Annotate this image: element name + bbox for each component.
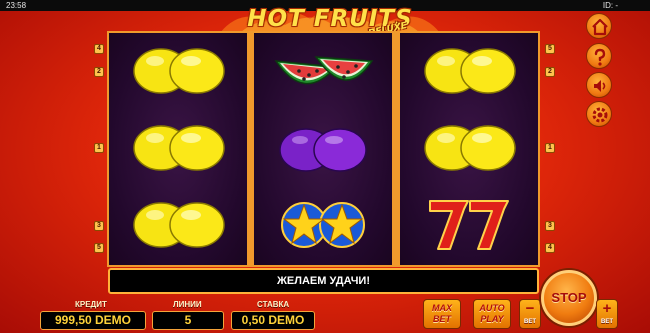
line-marker: 3 (94, 221, 104, 231)
sound-button[interactable] (586, 72, 612, 98)
settings-icon (592, 107, 608, 123)
clock-time: 23:58 (6, 1, 27, 10)
settings-button[interactable] (586, 101, 612, 127)
star-symbol (254, 187, 392, 264)
max-bet-button[interactable]: MAX BET (423, 299, 461, 329)
help-button[interactable] (586, 43, 612, 69)
line-marker: 2 (94, 67, 104, 77)
lines-label: ЛИНИИ (173, 300, 202, 309)
auto-play-line1: AUTO (479, 303, 505, 313)
plum-symbol (254, 110, 392, 187)
home-button[interactable] (586, 13, 612, 39)
lemon-symbol (400, 110, 538, 187)
lemon-symbol (109, 33, 247, 110)
bet-minus-label: BET (524, 319, 536, 325)
bet-label: СТАВКА (257, 300, 290, 309)
sound-icon (594, 80, 606, 92)
stop-button[interactable]: STOP (541, 270, 597, 326)
minus-icon: − (525, 300, 535, 317)
bet-minus-button[interactable]: − BET (519, 299, 541, 329)
lines-value[interactable]: 5 (152, 311, 224, 330)
max-bet-line1: MAX (432, 303, 452, 313)
line-marker: 4 (94, 44, 104, 54)
credit-label: КРЕДИТ (75, 300, 107, 309)
message-bar: ЖЕЛАЕМ УДАЧИ! (108, 268, 539, 294)
line-marker: 5 (545, 44, 555, 54)
bet-value: 0,50 DEMO (231, 311, 315, 330)
reels-frame (107, 31, 540, 267)
lemon-symbol (109, 110, 247, 187)
line-marker: 2 (545, 67, 555, 77)
logo-title: HOT FRUITS (247, 6, 413, 32)
auto-play-button[interactable]: AUTO PLAY (473, 299, 511, 329)
line-marker: 1 (94, 143, 104, 153)
max-bet-line2: BET (433, 314, 451, 324)
reel-1 (109, 33, 247, 265)
line-marker: 3 (545, 221, 555, 231)
reel-3 (400, 33, 538, 265)
help-icon (594, 48, 606, 66)
sevens-symbol (400, 187, 538, 264)
plus-icon: + (602, 300, 612, 317)
home-icon (592, 18, 608, 36)
bet-plus-label: BET (601, 319, 613, 325)
line-marker: 1 (545, 143, 555, 153)
line-marker: 5 (94, 243, 104, 253)
lemon-symbol (400, 33, 538, 110)
session-id: ID: - (602, 1, 618, 10)
credit-value: 999,50 DEMO (40, 311, 146, 330)
watermelon-symbol (254, 33, 392, 110)
auto-play-line2: PLAY (480, 314, 504, 324)
lemon-symbol (109, 187, 247, 264)
line-marker: 4 (545, 243, 555, 253)
reel-2 (254, 33, 392, 265)
bet-plus-button[interactable]: + BET (596, 299, 618, 329)
